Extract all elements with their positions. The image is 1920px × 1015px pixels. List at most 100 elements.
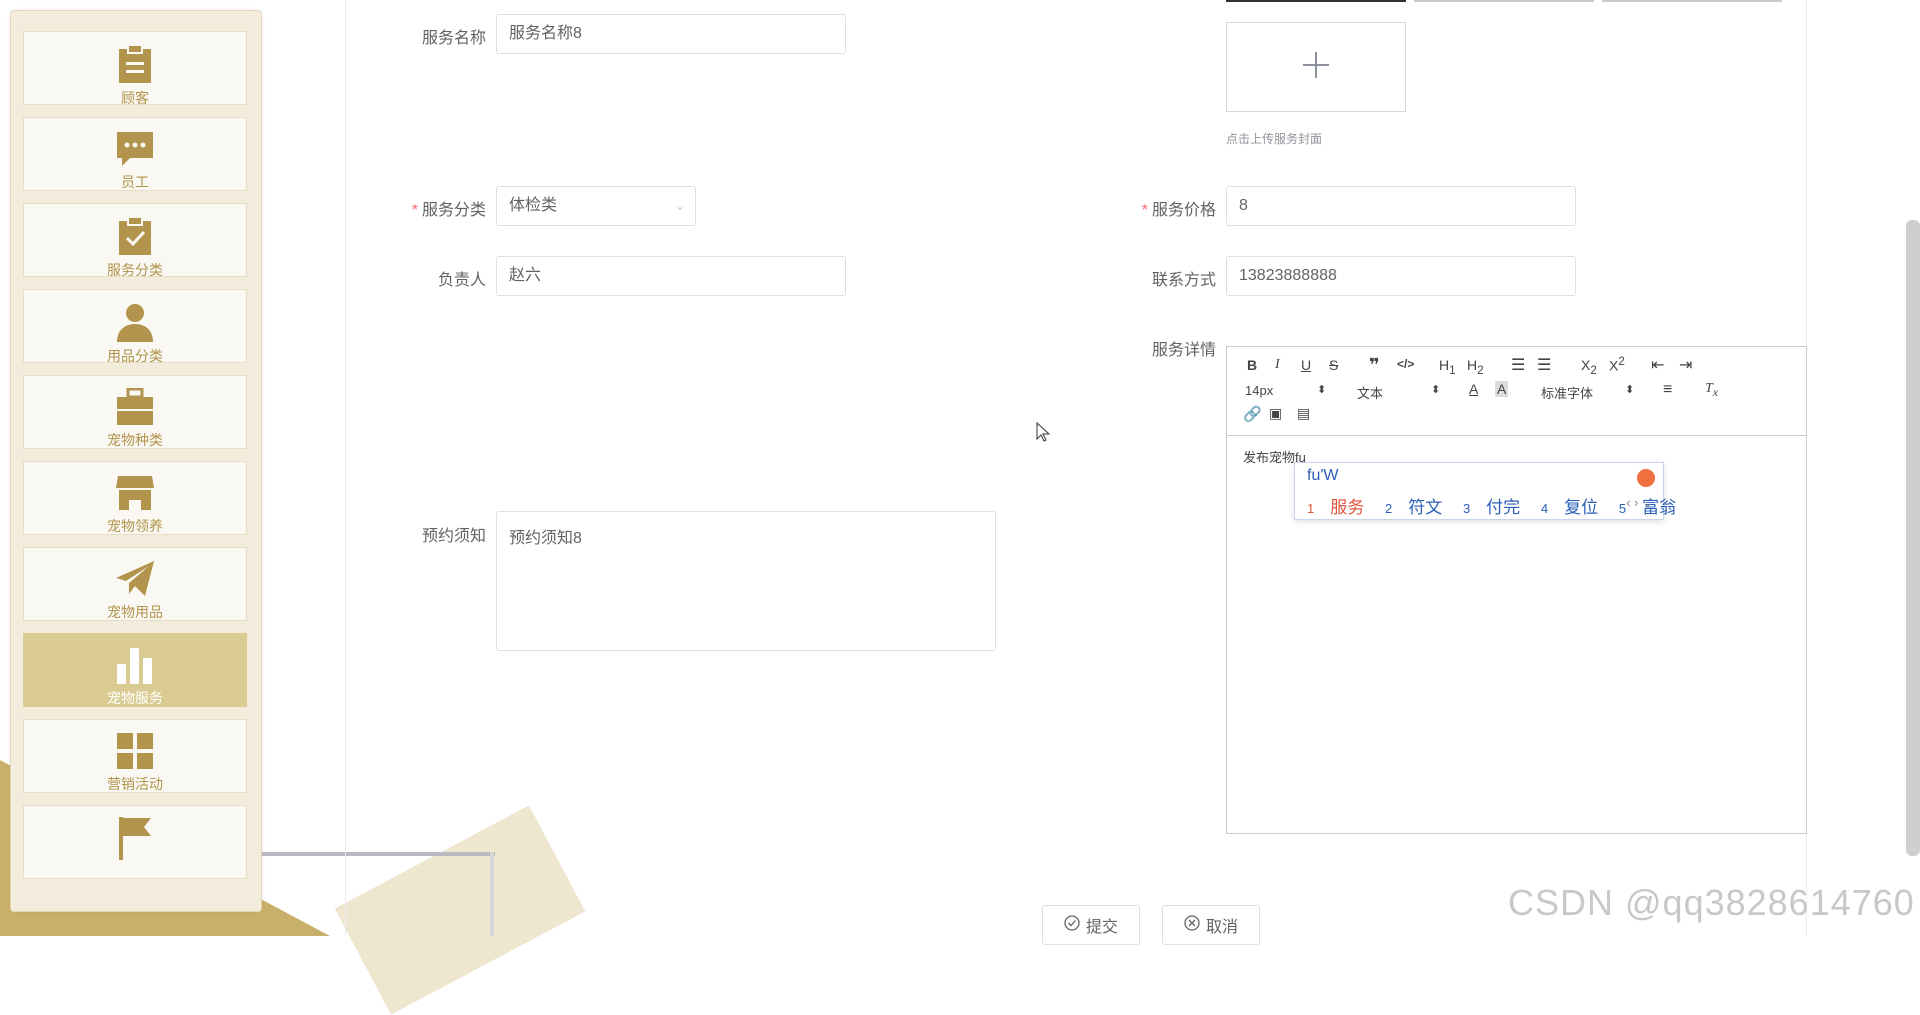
sidebar-item-label: 营销活动 <box>107 776 163 792</box>
booking-notice-label: 预约须知 <box>421 528 486 545</box>
image-icon[interactable]: ▣ <box>1269 405 1282 422</box>
paragraph-select[interactable]: 文本 <box>1357 383 1383 402</box>
clipboard-icon <box>113 44 157 84</box>
ime-composition-text: fu'W <box>1307 467 1339 484</box>
check-circle-icon <box>1064 914 1080 936</box>
video-icon[interactable]: ▤ <box>1297 405 1310 422</box>
sidebar-item-pet-adoption[interactable]: 宠物领养 <box>23 461 247 535</box>
submit-label: 提交 <box>1085 919 1118 936</box>
service-category-label: * 服务分类 <box>411 202 486 219</box>
font-family-select[interactable]: 标准字体 <box>1541 383 1593 402</box>
sidebar-item-label: 宠物用品 <box>107 604 163 620</box>
superscript-button[interactable]: X2 <box>1609 355 1625 374</box>
owner-label: 负责人 <box>437 272 486 289</box>
bullet-list-icon[interactable]: ☰ <box>1537 355 1551 375</box>
indent-icon[interactable]: ⇥ <box>1679 355 1692 375</box>
editor-toolbar: B I U S ❞ </> H1 H2 ☰ ☰ X2 X2 ⇤ ⇥ 14px ⬍… <box>1227 347 1806 436</box>
subscript-button[interactable]: X2 <box>1581 357 1597 377</box>
sidebar-item-staff[interactable]: 员工 <box>23 117 247 191</box>
sidebar-item-label: 用品分类 <box>107 348 163 364</box>
cover-thumb-border <box>1602 0 1782 2</box>
strike-button[interactable]: S <box>1329 357 1338 373</box>
sidebar-item-label: 服务分类 <box>107 262 163 278</box>
submit-button[interactable]: 提交 <box>1042 905 1140 945</box>
sidebar-item-more[interactable] <box>23 805 247 879</box>
ime-candidate[interactable]: 2 符文 <box>1385 498 1442 517</box>
paragraph-arrows-icon: ⬍ <box>1431 384 1441 396</box>
ordered-list-icon[interactable]: ☰ <box>1511 355 1525 375</box>
outdent-icon[interactable]: ⇤ <box>1651 355 1664 375</box>
cancel-button[interactable]: 取消 <box>1162 905 1260 945</box>
owner-input[interactable]: 赵六 <box>496 256 846 296</box>
flag-icon <box>113 817 157 860</box>
ime-next-page-icon[interactable]: ‹ › ⌄ <box>1626 495 1653 511</box>
grid-icon <box>113 732 157 770</box>
chevron-down-icon: ⌄ <box>674 199 685 213</box>
contact-label: 联系方式 <box>1151 272 1216 289</box>
font-family-arrows-icon: ⬍ <box>1625 384 1635 396</box>
bar-chart-icon <box>113 646 157 684</box>
sidebar-item-customers[interactable]: 顾客 <box>23 31 247 106</box>
cover-thumb-border <box>1414 0 1594 2</box>
sidebar-item-marketing[interactable]: 营销活动 <box>23 719 247 793</box>
ime-candidate[interactable]: 4 复位 <box>1541 498 1598 517</box>
bold-button[interactable]: B <box>1247 357 1257 373</box>
cancel-label: 取消 <box>1205 919 1238 936</box>
code-block-button[interactable]: </> <box>1397 357 1414 371</box>
cover-upload-button[interactable] <box>1226 22 1406 112</box>
sidebar-item-label: 员工 <box>121 174 149 190</box>
sidebar-item-service-category[interactable]: 服务分类 <box>23 203 247 278</box>
clear-format-icon[interactable]: Tx <box>1705 381 1718 399</box>
paper-plane-icon <box>113 560 157 598</box>
chat-icon <box>113 130 157 168</box>
service-category-select[interactable]: 体检类 ⌄ <box>496 186 696 226</box>
cover-upload-hint: 点击上传服务封面 <box>1226 132 1323 146</box>
briefcase-icon <box>113 388 157 426</box>
ime-candidate-popup: fu'W 1 服务 2 符文 3 付完 4 复位 5 富翁 ‹ › ⌄ <box>1294 462 1676 520</box>
rich-text-editor: B I U S ❞ </> H1 H2 ☰ ☰ X2 X2 ⇤ ⇥ 14px ⬍… <box>1226 346 1807 834</box>
sidebar-item-pet-services[interactable]: 宠物服务 <box>23 633 247 707</box>
sidebar-item-pet-supplies[interactable]: 宠物用品 <box>23 547 247 621</box>
plus-icon <box>1302 51 1330 84</box>
sidebar-item-label: 顾客 <box>121 90 149 106</box>
decorative-line <box>490 852 494 936</box>
user-icon <box>113 302 157 342</box>
store-icon <box>113 474 157 512</box>
underline-button[interactable]: U <box>1301 357 1311 373</box>
ime-candidate[interactable]: 3 付完 <box>1463 498 1520 517</box>
italic-button[interactable]: I <box>1275 357 1280 373</box>
heading2-button[interactable]: H2 <box>1467 357 1484 377</box>
close-circle-icon <box>1184 914 1200 936</box>
decorative-line <box>255 852 495 856</box>
mouse-cursor-icon <box>1036 421 1051 447</box>
service-name-label: 服务名称 <box>421 30 486 47</box>
sidebar-item-pet-species[interactable]: 宠物种类 <box>23 375 247 449</box>
service-price-label: * 服务价格 <box>1141 202 1216 219</box>
service-name-input[interactable]: 服务名称8 <box>496 14 846 54</box>
service-details-label: 服务详情 <box>1151 342 1216 359</box>
checklist-icon <box>113 216 157 256</box>
background-color-icon[interactable]: A <box>1495 381 1509 397</box>
cover-thumb-border <box>1226 0 1406 2</box>
contact-input[interactable]: 13823888888 <box>1226 256 1576 296</box>
ime-candidate[interactable]: 1 服务 <box>1307 498 1364 517</box>
sidebar-item-label: 宠物服务 <box>107 690 163 706</box>
sidebar: 顾客 员工 服务分类 用品分类 宠物种类 宠物领养 宠物用品 宠物服务 营销活动 <box>10 10 262 912</box>
watermark: CSDN @qq3828614760 <box>1508 882 1915 923</box>
decorative-shape <box>334 805 586 1015</box>
font-size-arrows-icon: ⬍ <box>1317 384 1327 396</box>
content-border-left <box>345 0 346 936</box>
ime-logo-icon <box>1637 469 1655 487</box>
align-icon[interactable]: ≡ <box>1663 381 1672 399</box>
sidebar-item-supply-category[interactable]: 用品分类 <box>23 289 247 364</box>
font-size-select[interactable]: 14px <box>1245 383 1273 398</box>
page-scrollbar[interactable] <box>1906 220 1920 856</box>
sidebar-item-label: 宠物领养 <box>107 518 163 534</box>
service-price-input[interactable]: 8 <box>1226 186 1576 226</box>
link-icon[interactable]: 🔗 <box>1243 405 1262 423</box>
blockquote-button[interactable]: ❞ <box>1369 355 1380 376</box>
sidebar-item-label: 宠物种类 <box>107 432 163 448</box>
heading1-button[interactable]: H1 <box>1439 357 1456 377</box>
font-color-icon[interactable]: A <box>1469 381 1478 397</box>
booking-notice-textarea[interactable]: 预约须知8 <box>496 511 996 651</box>
